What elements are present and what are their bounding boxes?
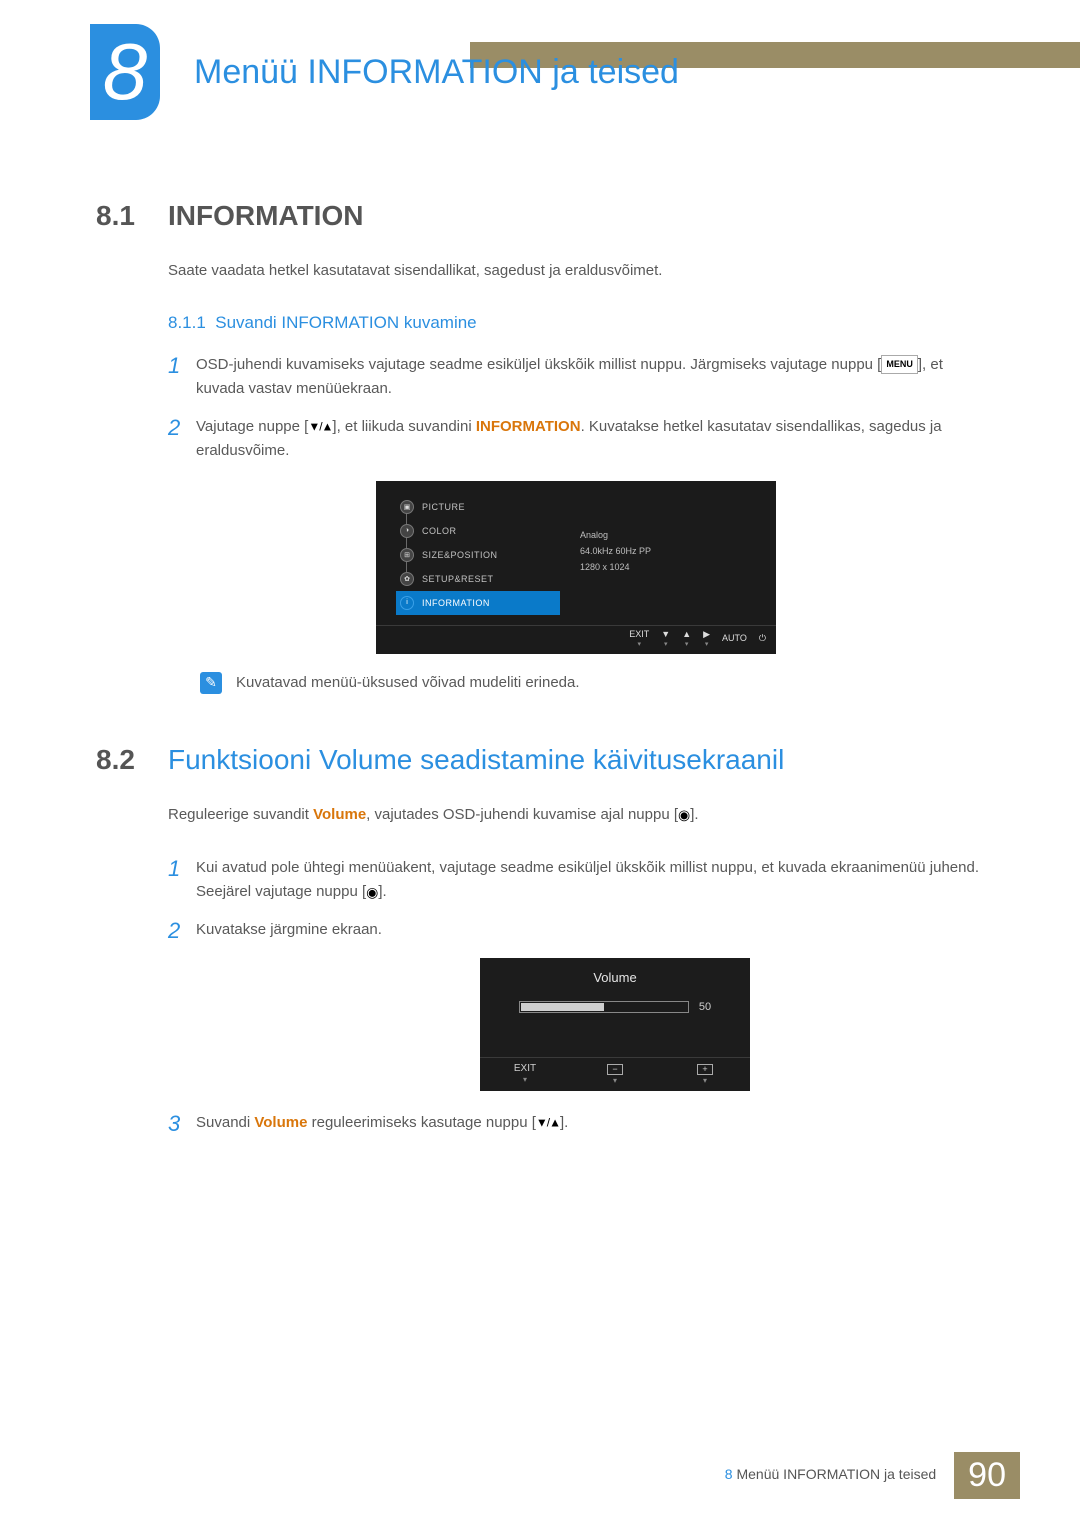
step-number: 1	[168, 856, 196, 904]
note-8-1-1: ✎ Kuvatavad menüü-üksused võivad mudelit…	[200, 672, 984, 694]
osd-info-panel: Analog 64.0kHz 60Hz PP 1280 x 1024	[560, 495, 651, 615]
osd-menu-picture: ▣PICTURE	[400, 495, 560, 519]
steps-8-2: 1 Kui avatud pole ühtegi menüüakent, vaj…	[168, 856, 984, 944]
down-up-arrows-icon: ▼/▲	[536, 1116, 560, 1130]
signal-res: 1280 x 1024	[580, 559, 651, 575]
note-text: Kuvatavad menüü-üksused võivad mudeliti …	[236, 672, 580, 691]
step-text: OSD-juhendi kuvamiseks vajutage seadme e…	[196, 353, 984, 401]
osd-menu-color: ◑COLOR	[400, 519, 560, 543]
footer-label: 8 Menüü INFORMATION ja teised	[725, 1452, 954, 1499]
up-icon: ▲	[682, 630, 691, 639]
section-number: 8.2	[96, 744, 168, 776]
steps-8-1-1: 1 OSD-juhendi kuvamiseks vajutage seadme…	[168, 353, 984, 463]
step-2: 2 Kuvatakse järgmine ekraan.	[168, 918, 984, 944]
volume-title: Volume	[480, 958, 750, 1001]
step-text: Vajutage nuppe [▼/▲], et liikuda suvandi…	[196, 415, 984, 463]
volume-bar-fill	[521, 1003, 604, 1011]
osd-menu-size-position: ⊞SIZE&POSITION	[400, 543, 560, 567]
step-3: 3 Suvandi Volume reguleerimiseks kasutag…	[168, 1111, 984, 1137]
enter-icon: ▶	[703, 630, 710, 639]
power-icon: ⏻	[759, 634, 766, 643]
subsection-number: 8.1.1	[168, 313, 206, 332]
chapter-number: 8	[103, 32, 148, 112]
page-footer: 8 Menüü INFORMATION ja teised 90	[0, 1452, 1080, 1499]
page-number: 90	[954, 1452, 1020, 1499]
osd-footer-bar: EXIT▾ ▼▾ ▲▾ ▶▾ AUTO ⏻	[376, 625, 776, 654]
volume-bar	[519, 1001, 689, 1013]
volume-value: 50	[699, 1001, 711, 1013]
steps-8-2-cont: 3 Suvandi Volume reguleerimiseks kasutag…	[168, 1111, 984, 1137]
color-icon: ◑	[400, 524, 414, 538]
osd-menu-setup-reset: ✿SETUP&RESET	[400, 567, 560, 591]
section-title: INFORMATION	[168, 200, 363, 232]
page: 8 Menüü INFORMATION ja teised 8.1 INFORM…	[0, 0, 1080, 1527]
step-text: Suvandi Volume reguleerimiseks kasutage …	[196, 1111, 568, 1137]
step-text: Kuvatakse järgmine ekraan.	[196, 918, 382, 944]
chapter-header: 8 Menüü INFORMATION ja teised	[0, 0, 1080, 120]
size-icon: ⊞	[400, 548, 414, 562]
subsection-title: Suvandi INFORMATION kuvamine	[215, 313, 476, 332]
step-1: 1 OSD-juhendi kuvamiseks vajutage seadme…	[168, 353, 984, 401]
signal-freq: 64.0kHz 60Hz PP	[580, 543, 651, 559]
down-icon: ▼	[661, 630, 670, 639]
content-area: 8.1 INFORMATION Saate vaadata hetkel kas…	[0, 120, 1080, 1138]
circle-button-icon: ◉	[678, 806, 690, 822]
signal-type: Analog	[580, 527, 651, 543]
chapter-title: Menüü INFORMATION ja teised	[194, 53, 679, 92]
step-number: 2	[168, 415, 196, 463]
step-1: 1 Kui avatud pole ühtegi menüüakent, vaj…	[168, 856, 984, 904]
step-number: 1	[168, 353, 196, 401]
chapter-number-tab: 8	[90, 24, 160, 120]
minus-button-icon: −	[607, 1064, 622, 1075]
step-2: 2 Vajutage nuppe [▼/▲], et liikuda suvan…	[168, 415, 984, 463]
osd-volume-screenshot: Volume 50 EXIT▾ −▾ +▾	[480, 958, 750, 1091]
plus-button-icon: +	[697, 1064, 712, 1075]
section-8-1-heading: 8.1 INFORMATION	[96, 200, 984, 232]
auto-label: AUTO	[722, 634, 747, 643]
menu-button-label: MENU	[881, 355, 918, 373]
section-8-1-intro: Saate vaadata hetkel kasutatavat sisenda…	[168, 260, 984, 283]
step-text: Kui avatud pole ühtegi menüüakent, vajut…	[196, 856, 984, 904]
circle-button-icon: ◉	[366, 884, 378, 900]
section-8-2-heading: 8.2 Funktsiooni Volume seadistamine käiv…	[96, 744, 984, 776]
osd-information-screenshot: ▣PICTURE ◑COLOR ⊞SIZE&POSITION ✿SETUP&RE…	[376, 481, 776, 654]
osd-menu-information: iINFORMATION	[396, 591, 560, 615]
info-icon: i	[400, 596, 414, 610]
subsection-8-1-1-heading: 8.1.1 Suvandi INFORMATION kuvamine	[168, 313, 984, 333]
osd-volume-footer: EXIT▾ −▾ +▾	[480, 1057, 750, 1091]
gear-icon: ✿	[400, 572, 414, 586]
exit-label: EXIT	[514, 1064, 536, 1074]
section-title: Funktsiooni Volume seadistamine käivitus…	[168, 744, 784, 776]
note-icon: ✎	[200, 672, 222, 694]
step-number: 2	[168, 918, 196, 944]
section-8-2-intro: Reguleerige suvandit Volume, vajutades O…	[168, 804, 984, 827]
down-up-arrows-icon: ▼/▲	[308, 419, 332, 433]
picture-icon: ▣	[400, 500, 414, 514]
section-number: 8.1	[96, 200, 168, 232]
step-number: 3	[168, 1111, 196, 1137]
exit-label: EXIT	[629, 630, 649, 639]
